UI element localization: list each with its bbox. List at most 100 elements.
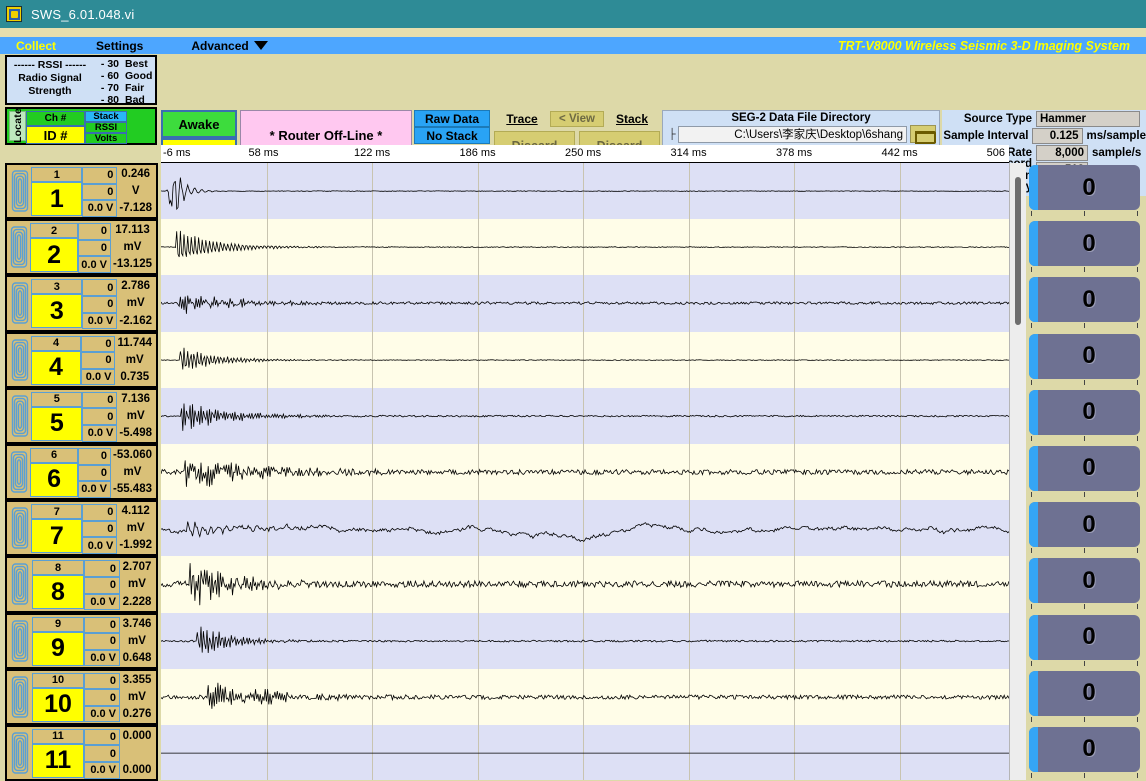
trace-row[interactable] — [161, 163, 1009, 219]
locate-icon[interactable] — [9, 560, 32, 608]
channel-id[interactable]: 10 — [32, 688, 84, 722]
source-type-value[interactable]: Hammer — [1036, 111, 1140, 127]
gain-slider-track[interactable]: 0 — [1029, 221, 1140, 266]
rssi-title-line3: Strength — [7, 85, 93, 98]
channel-id[interactable]: 4 — [31, 351, 81, 385]
browse-folder-icon[interactable] — [910, 125, 936, 143]
trace-row[interactable] — [161, 613, 1009, 669]
channel-rssi-value: 0 — [78, 240, 111, 257]
channel-rssi-value: 0 — [82, 296, 117, 313]
gain-slider-track[interactable]: 0 — [1029, 277, 1140, 322]
gain-slider[interactable]: 0 — [1026, 725, 1146, 781]
scrollbar-thumb[interactable] — [1015, 177, 1021, 325]
gain-slider-track[interactable]: 0 — [1029, 334, 1140, 379]
locate-icon[interactable] — [9, 673, 32, 721]
gain-slider-track[interactable]: 0 — [1029, 446, 1140, 491]
gain-slider[interactable]: 0 — [1026, 219, 1146, 275]
menu-item-collect[interactable]: Collect — [10, 39, 62, 53]
channel-row[interactable]: 22000.0 V17.113mV-13.125 — [5, 219, 158, 275]
trace-row[interactable] — [161, 332, 1009, 388]
trace-row[interactable] — [161, 669, 1009, 725]
channel-row[interactable]: 33000.0 V2.786mV-2.162 — [5, 275, 158, 331]
channel-min-value: -13.125 — [113, 258, 152, 270]
gain-slider[interactable]: 0 — [1026, 332, 1146, 388]
channel-row[interactable]: 1010000.0 V3.355mV0.276 — [5, 669, 158, 725]
rssi-title-line2: Radio Signal — [7, 72, 93, 85]
no-stack-button[interactable]: No Stack — [414, 127, 490, 144]
channel-id[interactable]: 7 — [31, 519, 82, 553]
trace-row[interactable] — [161, 219, 1009, 275]
menu-item-advanced[interactable]: Advanced — [185, 39, 273, 53]
menu-item-settings[interactable]: Settings — [90, 39, 149, 53]
seg2-path-input[interactable]: C:\Users\李家庆\Desktop\6shang — [678, 126, 907, 143]
locate-icon[interactable] — [9, 167, 31, 215]
locate-icon[interactable] — [9, 729, 32, 777]
gain-slider-track[interactable]: 0 — [1029, 558, 1140, 603]
channel-max-value: 0.000 — [123, 730, 152, 742]
awake-button[interactable]: Awake — [161, 110, 237, 138]
axis-tick-label: -6 ms — [163, 147, 191, 159]
trace-row[interactable] — [161, 388, 1009, 444]
gain-slider[interactable]: 0 — [1026, 613, 1146, 669]
trace-waveform — [161, 388, 1009, 444]
trace-row[interactable] — [161, 500, 1009, 556]
channel-id[interactable]: 11 — [32, 744, 84, 778]
raw-data-button[interactable]: Raw Data — [414, 110, 490, 127]
sample-rate-value[interactable]: 8,000 — [1036, 145, 1088, 161]
gain-slider-track[interactable]: 0 — [1029, 727, 1140, 772]
router-alert-line1: * Router Off-Line * — [270, 127, 383, 144]
gain-slider-track[interactable]: 0 — [1029, 615, 1140, 660]
channel-id[interactable]: 9 — [32, 632, 84, 666]
channel-identity: 1010 — [32, 673, 84, 721]
channel-id[interactable]: 1 — [31, 182, 82, 216]
channel-row[interactable]: 55000.0 V7.136mV-5.498 — [5, 388, 158, 444]
locate-icon[interactable] — [9, 504, 31, 552]
channel-row[interactable]: 99000.0 V3.746mV0.648 — [5, 613, 158, 669]
channel-row[interactable]: 66000.0 V-53.060mV-55.483 — [5, 444, 158, 500]
channel-max-value: 4.112 — [122, 505, 150, 517]
gain-slider[interactable]: 0 — [1026, 669, 1146, 725]
trace-scrollbar[interactable] — [1009, 163, 1026, 780]
channel-id[interactable]: 3 — [31, 294, 82, 328]
trace-row[interactable] — [161, 725, 1009, 780]
locate-icon[interactable] — [9, 448, 30, 496]
locate-icon[interactable] — [9, 617, 32, 665]
channel-status: 000.0 V — [84, 560, 120, 608]
gain-slider[interactable]: 0 — [1026, 556, 1146, 612]
gain-slider[interactable]: 0 — [1026, 500, 1146, 556]
gain-slider[interactable]: 0 — [1026, 388, 1146, 444]
channel-max-value: -53.060 — [113, 449, 152, 461]
locate-icon[interactable] — [9, 223, 30, 271]
gain-slider-track[interactable]: 0 — [1029, 502, 1140, 547]
channel-id[interactable]: 8 — [32, 575, 84, 609]
gain-slider[interactable]: 0 — [1026, 275, 1146, 331]
channel-id[interactable]: 2 — [30, 238, 78, 272]
trace-row[interactable] — [161, 444, 1009, 500]
channel-id[interactable]: 5 — [31, 407, 82, 441]
gain-slider[interactable]: 0 — [1026, 163, 1146, 219]
trace-row[interactable] — [161, 275, 1009, 331]
gain-slider-track[interactable]: 0 — [1029, 165, 1140, 210]
locate-icon[interactable] — [9, 392, 31, 440]
trace-row[interactable] — [161, 556, 1009, 612]
rssi-level-values: - 30 - 60 - 70 - 80 — [93, 58, 119, 103]
trace-canvas[interactable] — [161, 163, 1009, 780]
channel-id[interactable]: 6 — [30, 463, 78, 497]
gain-slider[interactable]: 0 — [1026, 444, 1146, 500]
view-toggle-button[interactable]: < View — [550, 111, 604, 127]
channel-row[interactable]: 44000.0 V11.744mV0.735 — [5, 332, 158, 388]
channel-row[interactable]: 88000.0 V2.707mV2.228 — [5, 556, 158, 612]
locate-icon[interactable] — [9, 279, 31, 327]
channel-stack-value: 0 — [82, 392, 117, 409]
trace-waveform — [161, 219, 1009, 275]
channel-row[interactable]: 1111000.0 V0.0000.000 — [5, 725, 158, 781]
gain-slider-track[interactable]: 0 — [1029, 671, 1140, 716]
channel-row[interactable]: 77000.0 V4.112mV-1.992 — [5, 500, 158, 556]
locate-icon[interactable] — [9, 336, 31, 384]
gain-slider-value: 0 — [1038, 398, 1140, 426]
channel-row[interactable]: 11000.0 V0.246V-7.128 — [5, 163, 158, 219]
gain-slider-track[interactable]: 0 — [1029, 390, 1140, 435]
channel-rssi-value: 0 — [78, 465, 111, 482]
sample-interval-value[interactable]: 0.125 — [1032, 128, 1082, 144]
channel-status: 000.0 V — [82, 392, 117, 440]
